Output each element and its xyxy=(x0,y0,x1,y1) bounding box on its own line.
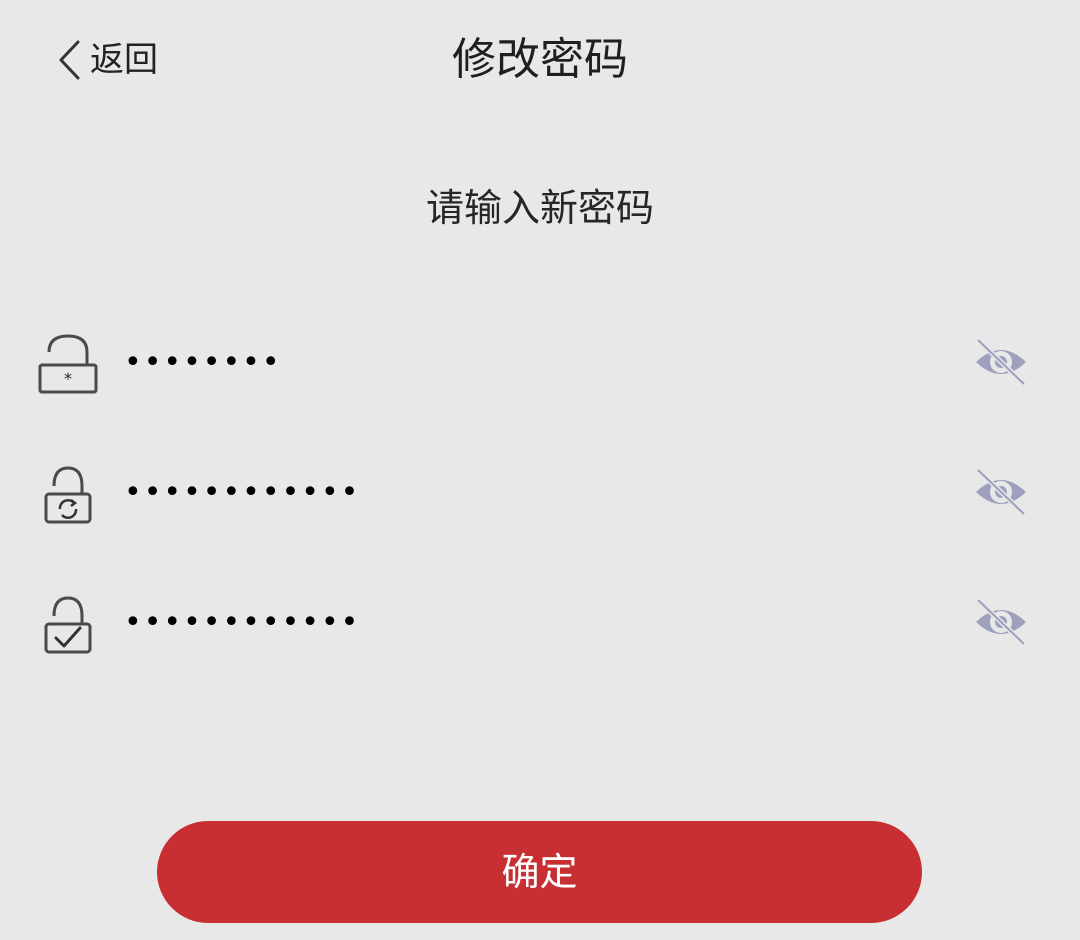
repeat-password-input[interactable] xyxy=(124,462,944,522)
password-row-confirm xyxy=(0,582,1080,662)
confirm-button[interactable]: 确定 xyxy=(157,821,922,923)
page-title: 修改密码 xyxy=(452,34,628,85)
lock-check-icon xyxy=(34,582,102,662)
eye-hidden-icon[interactable] xyxy=(966,336,1036,388)
password-row-repeat xyxy=(0,452,1080,532)
new-password-input[interactable] xyxy=(124,332,944,392)
svg-text:*: * xyxy=(64,369,72,388)
password-row-new: * xyxy=(0,322,1080,402)
confirm-password-input[interactable] xyxy=(124,592,944,652)
lock-asterisk-icon: * xyxy=(34,322,102,402)
instruction-text: 请输入新密码 xyxy=(425,186,654,230)
eye-hidden-icon[interactable] xyxy=(966,466,1036,518)
eye-hidden-icon[interactable] xyxy=(966,596,1036,648)
lock-refresh-icon xyxy=(34,452,102,532)
